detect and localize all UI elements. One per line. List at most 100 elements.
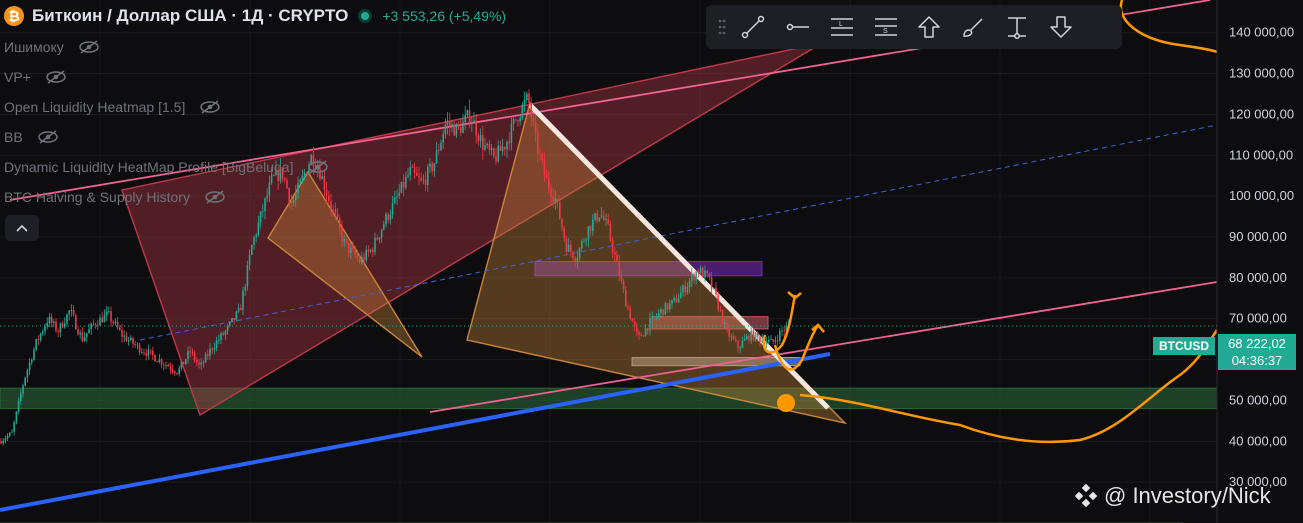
candle-body	[70, 309, 73, 311]
drawing-toolbar: LS	[706, 5, 1122, 49]
candle-body	[743, 338, 746, 341]
candle-body	[554, 198, 557, 202]
candle-body	[563, 228, 565, 239]
candle-body	[772, 339, 774, 342]
indicator-row[interactable]: BTC Halving & Supply History	[4, 182, 506, 212]
candle-body	[625, 289, 627, 307]
candle-body	[603, 215, 605, 221]
candle-body	[358, 258, 361, 263]
eye-hidden-icon[interactable]	[45, 70, 67, 84]
indicator-row[interactable]: Open Liquidity Heatmap [1.5]	[4, 92, 506, 122]
price-range-tool-button[interactable]	[996, 9, 1040, 45]
candle-body	[39, 333, 42, 340]
candle-body	[512, 119, 515, 124]
candle-body	[350, 247, 352, 253]
candle-body	[165, 364, 167, 366]
horizontal-ray-icon	[786, 23, 809, 31]
candle-body	[539, 153, 541, 155]
eye-hidden-icon[interactable]	[37, 130, 59, 144]
candle-body	[526, 93, 528, 100]
candle-body	[680, 292, 682, 299]
candle-body	[598, 217, 601, 221]
author-watermark: @ Investory/Nick	[1074, 483, 1271, 509]
arrow-down-tool-button[interactable]	[1040, 9, 1084, 45]
candle-body	[699, 267, 702, 274]
candle-body	[354, 249, 356, 256]
arrow-down-icon	[1050, 16, 1072, 38]
symbol-title[interactable]: Биткоин / Доллар США · 1Д · CRYPTO	[32, 6, 348, 26]
arrow-up-tool-button[interactable]	[908, 9, 952, 45]
candle-body	[374, 237, 376, 253]
candle-body	[537, 133, 539, 154]
candle-body	[567, 244, 570, 252]
candle-body	[719, 309, 722, 311]
collapse-legend-button[interactable]	[5, 215, 39, 241]
candle-body	[629, 308, 631, 319]
candle-body	[57, 330, 59, 333]
indicator-row[interactable]: Dynamic Liquidity HeatMap Profile [BigBe…	[4, 152, 506, 182]
candle-body	[198, 362, 200, 365]
candle-body	[746, 336, 748, 339]
candle-body	[231, 318, 233, 322]
candle-body	[508, 141, 510, 144]
candle-body	[708, 273, 711, 278]
candle-body	[17, 400, 20, 412]
candle-body	[627, 306, 629, 309]
candle-body	[651, 316, 653, 319]
horizontal-ray-tool-button[interactable]	[776, 9, 820, 45]
candle-body	[48, 316, 51, 323]
eye-hidden-icon[interactable]	[199, 100, 221, 114]
candle-body	[581, 241, 583, 249]
candle-body	[37, 339, 40, 340]
short-position-tool-button[interactable]: S	[864, 9, 908, 45]
eye-hidden-icon[interactable]	[307, 160, 329, 174]
bitcoin-icon: ₿	[4, 6, 24, 26]
candle-body	[660, 309, 662, 313]
candle-body	[211, 348, 213, 350]
eye-hidden-icon[interactable]	[204, 190, 226, 204]
candle-body	[378, 237, 381, 240]
chevron-up-icon	[16, 224, 28, 232]
candle-body	[196, 360, 198, 363]
candle-body	[356, 255, 359, 259]
candle-body	[20, 393, 22, 401]
candle-body	[768, 339, 770, 343]
candle-body	[259, 211, 262, 223]
price-axis: 140 000,00 130 000,00 120 000,00 110 000,00…	[1216, 0, 1303, 523]
candle-body	[739, 347, 741, 349]
candle-body	[147, 349, 150, 356]
candle-body	[673, 298, 675, 301]
short-position-icon: S	[875, 18, 897, 36]
indicator-row[interactable]: VP+	[4, 62, 506, 92]
long-position-tool-button[interactable]: L	[820, 9, 864, 45]
indicator-row[interactable]: BB	[4, 122, 506, 152]
trend-line-tool-button[interactable]	[732, 9, 776, 45]
candle-body	[728, 328, 730, 337]
candle-body	[372, 249, 374, 253]
candle-body	[376, 237, 378, 240]
candle-body	[222, 333, 224, 335]
candle-body	[367, 249, 370, 252]
candle-body	[235, 311, 238, 321]
candle-body	[229, 321, 231, 326]
brush-tool-button[interactable]	[952, 9, 996, 45]
candle-body	[682, 285, 684, 293]
candle-body	[609, 223, 612, 241]
candle-body	[13, 422, 15, 432]
candle-body	[385, 214, 387, 225]
symbol-row: ₿ Биткоин / Доллар США · 1Д · CRYPTO +3 …	[4, 0, 506, 32]
candle-body	[664, 303, 667, 315]
price-level-zone	[0, 387, 1218, 410]
candle-body	[182, 361, 185, 364]
candle-body	[174, 371, 176, 373]
eye-hidden-icon[interactable]	[78, 40, 100, 54]
candle-body	[336, 213, 339, 218]
candle-body	[240, 308, 242, 311]
indicator-row[interactable]: Ишимоку	[4, 32, 506, 62]
orange-annotations	[762, 0, 1219, 444]
drag-handle-icon[interactable]	[712, 12, 732, 42]
candle-body	[600, 215, 603, 218]
candle-body	[347, 242, 350, 253]
candle-body	[6, 435, 9, 439]
candle-body	[578, 248, 581, 258]
